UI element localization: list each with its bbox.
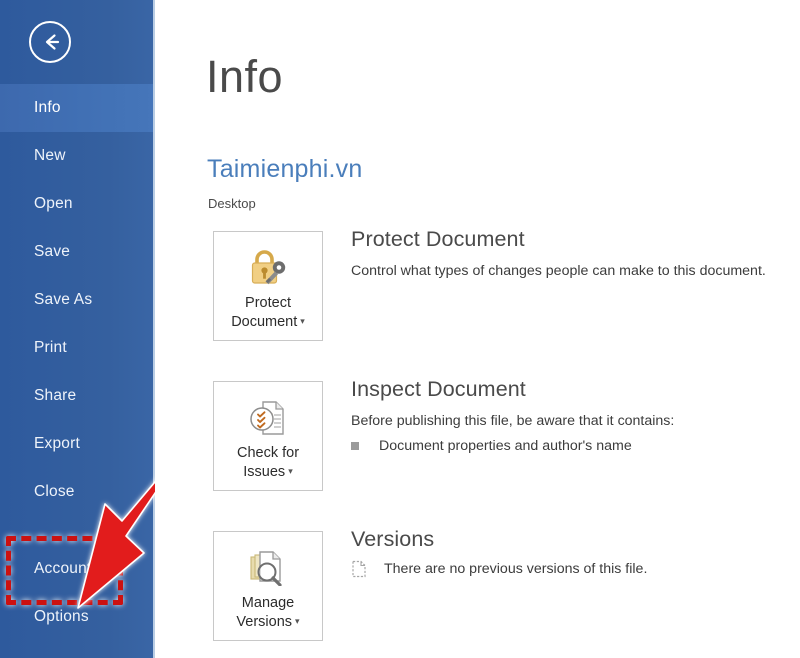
protect-document-body: Protect Document Control what types of c… (351, 227, 800, 281)
protect-document-description: Control what types of changes people can… (351, 262, 766, 279)
document-checklist-icon (245, 397, 291, 437)
inspect-document-body: Inspect Document Before publishing this … (351, 377, 800, 457)
check-for-issues-button[interactable]: Check for Issues ▾ (213, 381, 323, 491)
sidebar-item-label: Save As (34, 291, 93, 308)
sidebar-item-info[interactable]: Info (0, 84, 155, 132)
versions-note-row: There are no previous versions of this f… (351, 559, 800, 583)
inspect-document-heading: Inspect Document (351, 377, 526, 401)
inspect-document-bullet: Document properties and author's name (351, 436, 800, 457)
chevron-down-icon: ▾ (300, 316, 305, 327)
chevron-down-icon: ▾ (288, 466, 293, 477)
lock-key-icon (245, 247, 291, 287)
sidebar-item-label: Print (34, 339, 67, 356)
backstage-sidebar: Info New Open Save Save As Print Share E… (0, 0, 155, 658)
inspect-document-bullet-text: Document properties and author's name (379, 438, 632, 455)
sidebar-item-label: Close (34, 483, 75, 500)
sidebar-item-options[interactable]: Options (0, 593, 155, 641)
sidebar-item-print[interactable]: Print (0, 324, 155, 372)
chevron-down-icon: ▾ (295, 616, 300, 627)
sidebar-item-label: Account (34, 560, 92, 577)
sidebar-item-label: Options (34, 608, 89, 625)
inspect-document-description: Before publishing this file, be aware th… (351, 412, 675, 429)
sidebar-item-share[interactable]: Share (0, 372, 155, 420)
protect-document-heading: Protect Document (351, 227, 525, 251)
manage-versions-button[interactable]: Manage Versions ▾ (213, 531, 323, 641)
sidebar-item-open[interactable]: Open (0, 180, 155, 228)
sidebar-item-save[interactable]: Save (0, 228, 155, 276)
sidebar-item-new[interactable]: New (0, 132, 155, 180)
document-stack-magnifier-icon (245, 547, 291, 587)
page-title: Info (206, 51, 284, 102)
protect-document-button[interactable]: Protect Document ▾ (213, 231, 323, 341)
sidebar-item-label: New (34, 147, 66, 164)
sidebar-item-label: Save (34, 243, 71, 260)
sidebar-item-close[interactable]: Close (0, 468, 155, 516)
versions-body: Versions There are no previous versions … (351, 527, 800, 583)
sidebar-item-label: Open (34, 195, 73, 212)
sidebar-item-save-as[interactable]: Save As (0, 276, 155, 324)
sidebar-item-export[interactable]: Export (0, 420, 155, 468)
versions-heading: Versions (351, 527, 435, 551)
bullet-square-icon (351, 442, 359, 451)
check-for-issues-button-label: Check for Issues ▾ (236, 445, 300, 481)
manage-versions-button-label: Manage Versions ▾ (236, 595, 300, 631)
backstage-content: Info Taimienphi.vn Desktop Protect Docum… (155, 0, 800, 658)
backstage-view: Info New Open Save Save As Print Share E… (0, 0, 800, 658)
backstage-nav: Info New Open Save Save As Print Share E… (0, 84, 155, 641)
document-name: Taimienphi.vn (207, 155, 363, 183)
versions-note-text: There are no previous versions of this f… (384, 560, 648, 577)
sidebar-item-label: Share (34, 387, 77, 404)
document-path: Desktop (208, 196, 256, 211)
back-arrow-icon[interactable] (29, 21, 71, 63)
protect-document-button-label: Protect Document ▾ (231, 295, 305, 331)
sidebar-item-label: Export (34, 435, 80, 452)
sidebar-item-account[interactable]: Account (0, 545, 155, 593)
sidebar-item-label: Info (34, 99, 61, 116)
document-outline-icon (351, 560, 367, 583)
